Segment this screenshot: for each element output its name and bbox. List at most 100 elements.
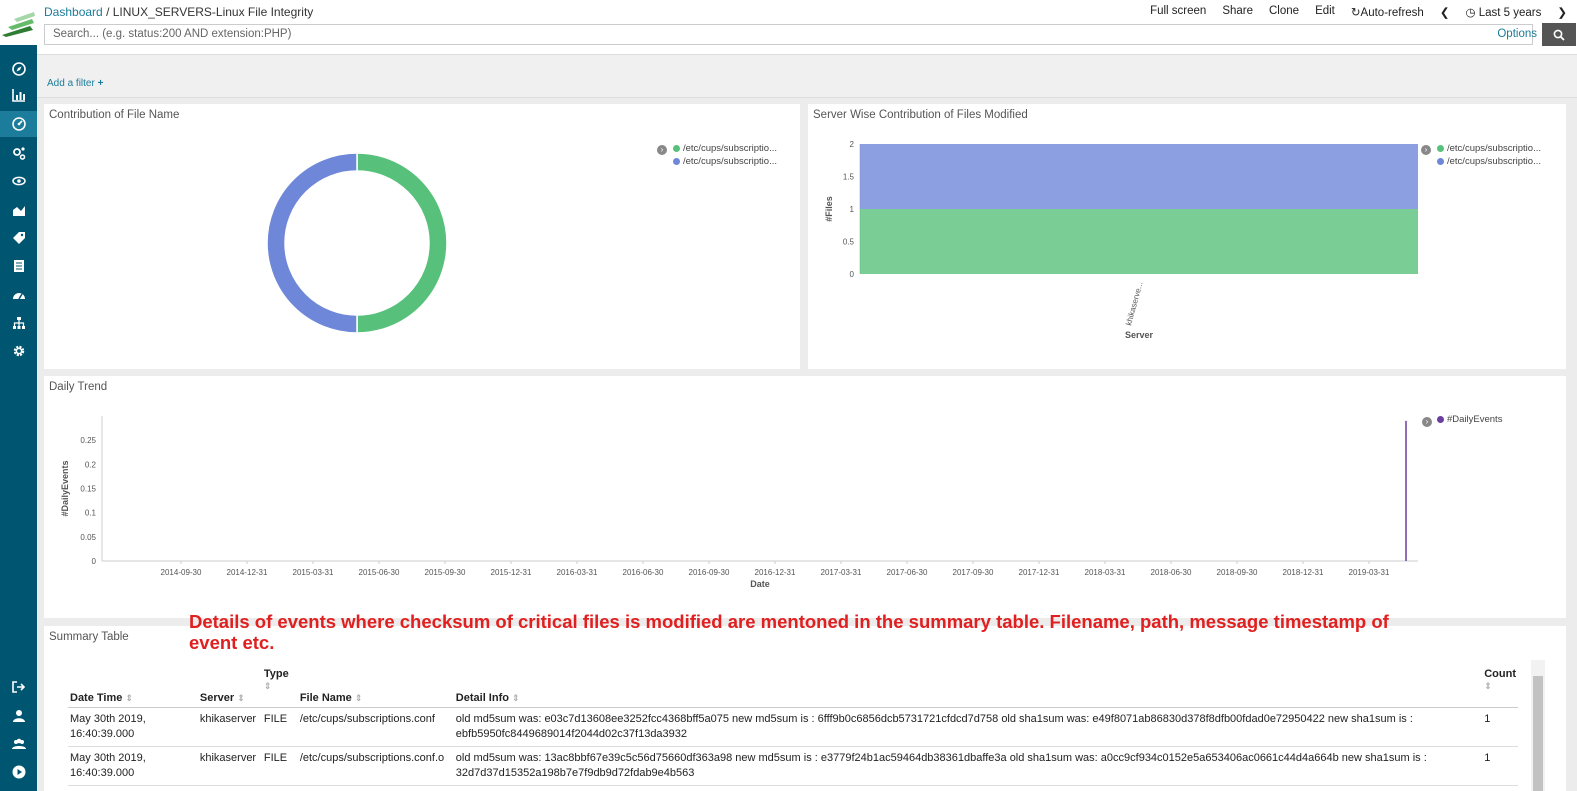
top-bar: Dashboard / LINUX_SERVERS-Linux File Int… — [37, 0, 1577, 55]
legend-item[interactable]: #DailyEvents — [1437, 414, 1502, 425]
cell-detail-line2: 32d7d37d15352a198b7e7f9db9d72fdab9e4b563 — [455, 767, 695, 779]
x-tick-label: 2018-12-31 — [1283, 568, 1324, 577]
x-tick-label: 2016-09-30 — [689, 568, 730, 577]
share-button[interactable]: Share — [1222, 5, 1253, 19]
gauge-icon[interactable] — [0, 282, 37, 308]
legend-toggle-icon[interactable]: › — [1422, 417, 1432, 427]
header-label: File Name — [299, 692, 352, 704]
legend-item[interactable]: /etc/cups/subscriptio... — [673, 143, 777, 154]
sitemap-icon[interactable] — [0, 310, 37, 336]
x-tick-label: 2015-03-31 — [293, 568, 334, 577]
bar-chart-icon[interactable] — [0, 82, 37, 108]
cell-datetime-date: May 30th 2019, — [70, 713, 146, 725]
time-prev-button[interactable]: ❮ — [1440, 5, 1450, 19]
x-axis-title: Date — [750, 579, 770, 589]
fullscreen-button[interactable]: Full screen — [1150, 5, 1206, 19]
x-tick-label: 2014-12-31 — [227, 568, 268, 577]
settings-gear-icon[interactable] — [0, 338, 37, 364]
header-label: Date Time — [70, 692, 123, 704]
y-tick-label: 0.1 — [85, 509, 97, 518]
x-tick-label: 2018-06-30 — [1151, 568, 1192, 577]
logout-icon[interactable] — [0, 674, 37, 700]
column-header-datetime[interactable]: Date Time ⇕ — [68, 666, 198, 708]
column-header-server[interactable]: Server ⇕ — [197, 666, 262, 708]
legend-item[interactable]: /etc/cups/subscriptio... — [673, 156, 777, 167]
x-tick-label: 2019-03-31 — [1349, 568, 1390, 577]
column-header-detail[interactable]: Detail Info ⇕ — [453, 666, 1483, 708]
legend-label: /etc/cups/subscriptio... — [1447, 156, 1541, 167]
legend-dot — [1437, 158, 1444, 165]
table-scrollbar[interactable] — [1531, 660, 1545, 791]
search-input[interactable]: Search... (e.g. status:200 AND extension… — [44, 24, 1533, 45]
column-header-filename[interactable]: File Name ⇕ — [297, 666, 454, 708]
legend-toggle-icon[interactable]: › — [657, 145, 667, 155]
y-tick-label: 0.5 — [843, 238, 855, 247]
cell-detail: old md5sum was: e03c7d13608ee3252fcc4368… — [453, 707, 1483, 747]
play-circle-icon[interactable] — [0, 759, 37, 785]
search-options-button[interactable]: Options — [1497, 28, 1537, 40]
column-header-type[interactable]: Type ⇕ — [261, 666, 298, 708]
header-label: Type — [263, 668, 289, 680]
x-tick-label: 2016-12-31 — [755, 568, 796, 577]
x-tick-label: 2017-09-30 — [953, 568, 994, 577]
y-tick-label: 0.25 — [80, 436, 96, 445]
panel-title: Summary Table — [49, 631, 129, 643]
y-axis-title: #DailyEvents — [60, 460, 70, 516]
header-label: Server — [199, 692, 235, 704]
book-icon[interactable] — [0, 253, 37, 279]
cell-type: FILE — [261, 707, 298, 747]
auto-refresh-label: Auto-refresh — [1360, 7, 1424, 19]
header-label: Count — [1484, 668, 1516, 680]
cell-detail-line1: old md5sum was: 13ac8bbf67e39c5c56d75660… — [455, 752, 1427, 764]
legend-label: /etc/cups/subscriptio... — [1447, 143, 1541, 154]
sort-icon: ⇕ — [237, 693, 245, 703]
tag-icon[interactable] — [0, 225, 37, 251]
bar-segment — [860, 209, 1418, 274]
scrollbar-thumb[interactable] — [1533, 676, 1543, 791]
clock-icon: ◷ — [1465, 7, 1476, 19]
legend-dot — [673, 158, 680, 165]
auto-refresh-button[interactable]: ↻Auto-refresh — [1351, 5, 1424, 19]
clone-button[interactable]: Clone — [1269, 5, 1299, 19]
column-header-count[interactable]: Count ⇕ — [1482, 666, 1518, 708]
x-tick-label: 2015-09-30 — [425, 568, 466, 577]
daily-trend-chart: 0.25 0.2 0.15 0.1 0.05 0 2014-09-30 2014-12-31 2… — [60, 416, 1418, 589]
eye-icon[interactable] — [0, 168, 37, 194]
legend-dot — [673, 145, 680, 152]
y-tick-label: 0.05 — [80, 533, 96, 542]
legend-item[interactable]: /etc/cups/subscriptio... — [1437, 143, 1541, 154]
time-next-button[interactable]: ❯ — [1557, 5, 1567, 19]
dashboard-icon[interactable] — [0, 111, 37, 137]
legend-toggle-icon[interactable]: › — [1421, 145, 1431, 155]
table-header-row: Date Time ⇕ Server ⇕ Type ⇕ File Name ⇕ D… — [68, 666, 1518, 708]
breadcrumb: Dashboard / LINUX_SERVERS-Linux File Int… — [44, 5, 313, 19]
users-icon[interactable] — [0, 731, 37, 757]
cell-detail-line2: ebfb5950fc8449689014f2044d02c37f13da3932 — [455, 728, 688, 740]
y-tick-label: 0.15 — [80, 485, 96, 494]
add-filter-label: Add a filter — [47, 78, 95, 89]
x-tick-label: 2016-06-30 — [623, 568, 664, 577]
x-tick-label: khikaserve... — [1124, 281, 1144, 327]
bar-segment — [860, 144, 1418, 209]
gears-icon[interactable] — [0, 140, 37, 166]
user-icon[interactable] — [0, 703, 37, 729]
legend-item[interactable]: /etc/cups/subscriptio... — [1437, 156, 1541, 167]
legend-dot — [1437, 145, 1444, 152]
edit-button[interactable]: Edit — [1315, 5, 1335, 19]
time-range-picker[interactable]: ◷ Last 5 years — [1465, 5, 1541, 19]
cell-type: FILE — [261, 746, 298, 786]
table-row: May 30th 2019, 16:40:39.000 khikaserver F… — [68, 707, 1518, 747]
panel-contribution-file-name: Contribution of File Name › /etc/cups/su… — [44, 104, 800, 369]
x-tick-label: 2017-12-31 — [1019, 568, 1060, 577]
x-tick-label: 2018-03-31 — [1085, 568, 1126, 577]
breadcrumb-dashboard-link[interactable]: Dashboard — [44, 5, 103, 19]
add-filter-button[interactable]: Add a filter + — [47, 78, 103, 89]
cell-datetime-time: 16:40:39.000 — [70, 728, 135, 740]
top-menu: Full screen Share Clone Edit ↻Auto-refre… — [1150, 5, 1567, 19]
legend-label: #DailyEvents — [1447, 414, 1503, 425]
area-chart-icon[interactable] — [0, 197, 37, 223]
y-tick-label: 0.2 — [85, 460, 97, 469]
compass-icon[interactable] — [0, 56, 37, 82]
y-tick-label: 1.5 — [843, 173, 855, 182]
search-button[interactable] — [1542, 23, 1576, 46]
